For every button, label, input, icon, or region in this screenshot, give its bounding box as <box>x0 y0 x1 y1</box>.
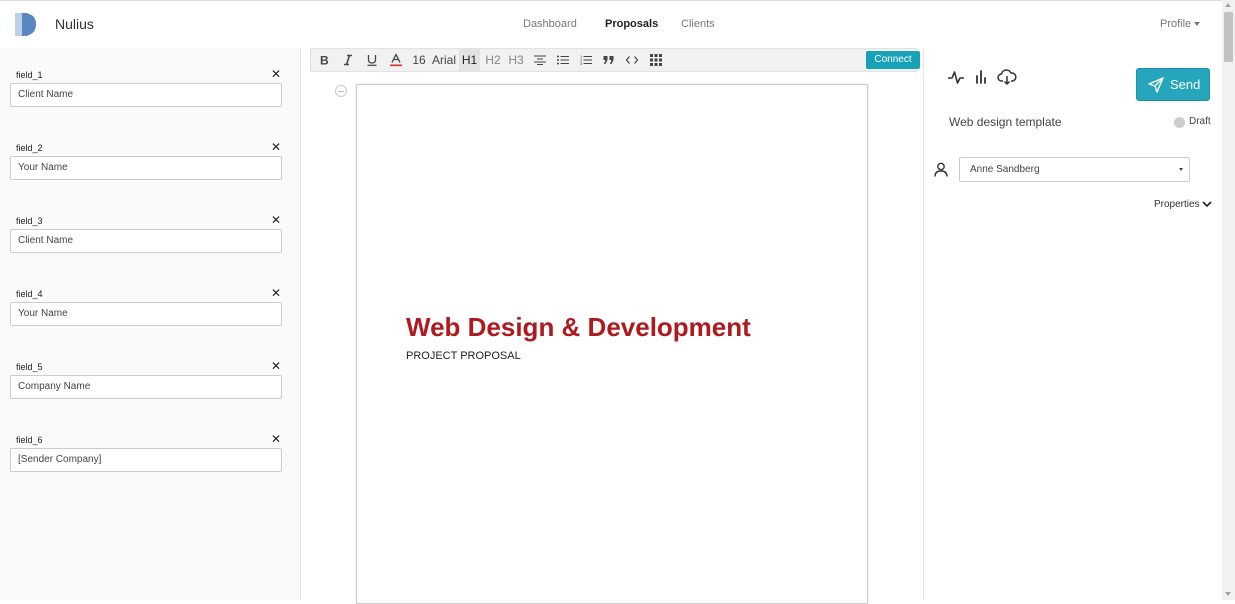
bullet-list-icon[interactable] <box>552 49 574 71</box>
italic-icon[interactable] <box>337 49 359 71</box>
activity-icon[interactable] <box>947 68 965 86</box>
profile-label: Profile <box>1160 18 1192 30</box>
field-input[interactable]: [Sender Company] <box>10 448 282 472</box>
document-title[interactable]: Web Design & Development <box>406 312 751 343</box>
properties-label: Properties <box>1154 199 1200 210</box>
user-icon <box>934 162 948 177</box>
grid-icon[interactable] <box>645 49 667 71</box>
status-dot <box>1174 117 1185 128</box>
field-label: field_5 <box>16 362 43 372</box>
svg-text:B: B <box>320 55 329 66</box>
remove-field-icon[interactable]: ✕ <box>271 359 281 373</box>
font-size-select[interactable]: 16 <box>409 49 429 71</box>
quote-icon[interactable] <box>598 49 620 71</box>
template-name[interactable]: Web design template <box>949 115 1062 129</box>
field-label: field_3 <box>16 216 43 226</box>
remove-field-icon[interactable]: ✕ <box>271 140 281 154</box>
underline-icon[interactable] <box>361 49 383 71</box>
svg-text:3: 3 <box>580 61 583 66</box>
field-label: field_1 <box>16 70 43 80</box>
scroll-up-icon[interactable] <box>1225 3 1231 7</box>
cloud-download-icon[interactable] <box>997 68 1017 86</box>
scroll-down-icon[interactable] <box>1225 592 1231 596</box>
font-color-icon[interactable] <box>385 49 407 71</box>
chevron-down-icon <box>1202 201 1212 207</box>
bold-icon[interactable]: B <box>313 49 335 71</box>
editor-toolbar: B 16 Arial H1 H2 H3 123 Connect <box>310 48 920 72</box>
align-center-icon[interactable] <box>529 49 551 71</box>
profile-menu[interactable]: Profile <box>1160 18 1201 30</box>
nulius-logo-icon[interactable] <box>12 11 39 38</box>
connect-button[interactable]: Connect <box>866 51 920 69</box>
send-label: Send <box>1170 77 1201 92</box>
field-input[interactable]: Your Name <box>10 156 282 180</box>
document-subtitle[interactable]: PROJECT PROPOSAL <box>406 350 521 362</box>
proposal-sidebar: Send Web design template Draft Anne Sand… <box>923 48 1222 600</box>
bar-chart-icon[interactable] <box>972 68 990 86</box>
field-input[interactable]: Client Name <box>10 229 282 253</box>
nav-dashboard[interactable]: Dashboard <box>523 18 577 30</box>
field-input[interactable]: Your Name <box>10 302 282 326</box>
send-icon <box>1148 77 1164 93</box>
top-navbar: Nulius Dashboard Proposals Clients Profi… <box>0 0 1222 47</box>
remove-field-icon[interactable]: ✕ <box>271 286 281 300</box>
heading-1-button[interactable]: H1 <box>459 49 480 71</box>
brand-name[interactable]: Nulius <box>55 16 94 32</box>
field-label: field_4 <box>16 289 43 299</box>
assignee-value: Anne Sandberg <box>970 164 1040 175</box>
chevron-down-icon <box>1179 168 1183 171</box>
scroll-thumb[interactable] <box>1224 12 1233 62</box>
remove-field-icon[interactable]: ✕ <box>271 67 281 81</box>
status-badge: Draft <box>1189 116 1211 127</box>
numbered-list-icon[interactable]: 123 <box>575 49 597 71</box>
font-family-select[interactable]: Arial <box>430 49 458 71</box>
remove-field-icon[interactable]: ✕ <box>271 213 281 227</box>
field-input[interactable]: Client Name <box>10 83 282 107</box>
caret-down-icon <box>1194 22 1201 27</box>
page-scrollbar[interactable] <box>1222 0 1235 600</box>
collapse-section-icon[interactable] <box>335 85 347 97</box>
properties-toggle[interactable]: Properties <box>1154 199 1212 210</box>
document-page[interactable]: Web Design & Development PROJECT PROPOSA… <box>356 84 868 604</box>
code-icon[interactable] <box>621 49 643 71</box>
editor-area: B 16 Arial H1 H2 H3 123 Connect Web Desi… <box>302 48 922 604</box>
send-button[interactable]: Send <box>1136 68 1210 101</box>
assignee-select[interactable]: Anne Sandberg <box>959 157 1190 182</box>
field-label: field_6 <box>16 435 43 445</box>
heading-3-button[interactable]: H3 <box>505 49 527 71</box>
nav-clients[interactable]: Clients <box>681 18 715 30</box>
remove-field-icon[interactable]: ✕ <box>271 432 281 446</box>
heading-2-button[interactable]: H2 <box>482 49 504 71</box>
nav-proposals[interactable]: Proposals <box>605 18 658 30</box>
field-label: field_2 <box>16 143 43 153</box>
fields-panel: field_1 ✕ Client Name field_2 ✕ Your Nam… <box>0 48 301 600</box>
field-input[interactable]: Company Name <box>10 375 282 399</box>
